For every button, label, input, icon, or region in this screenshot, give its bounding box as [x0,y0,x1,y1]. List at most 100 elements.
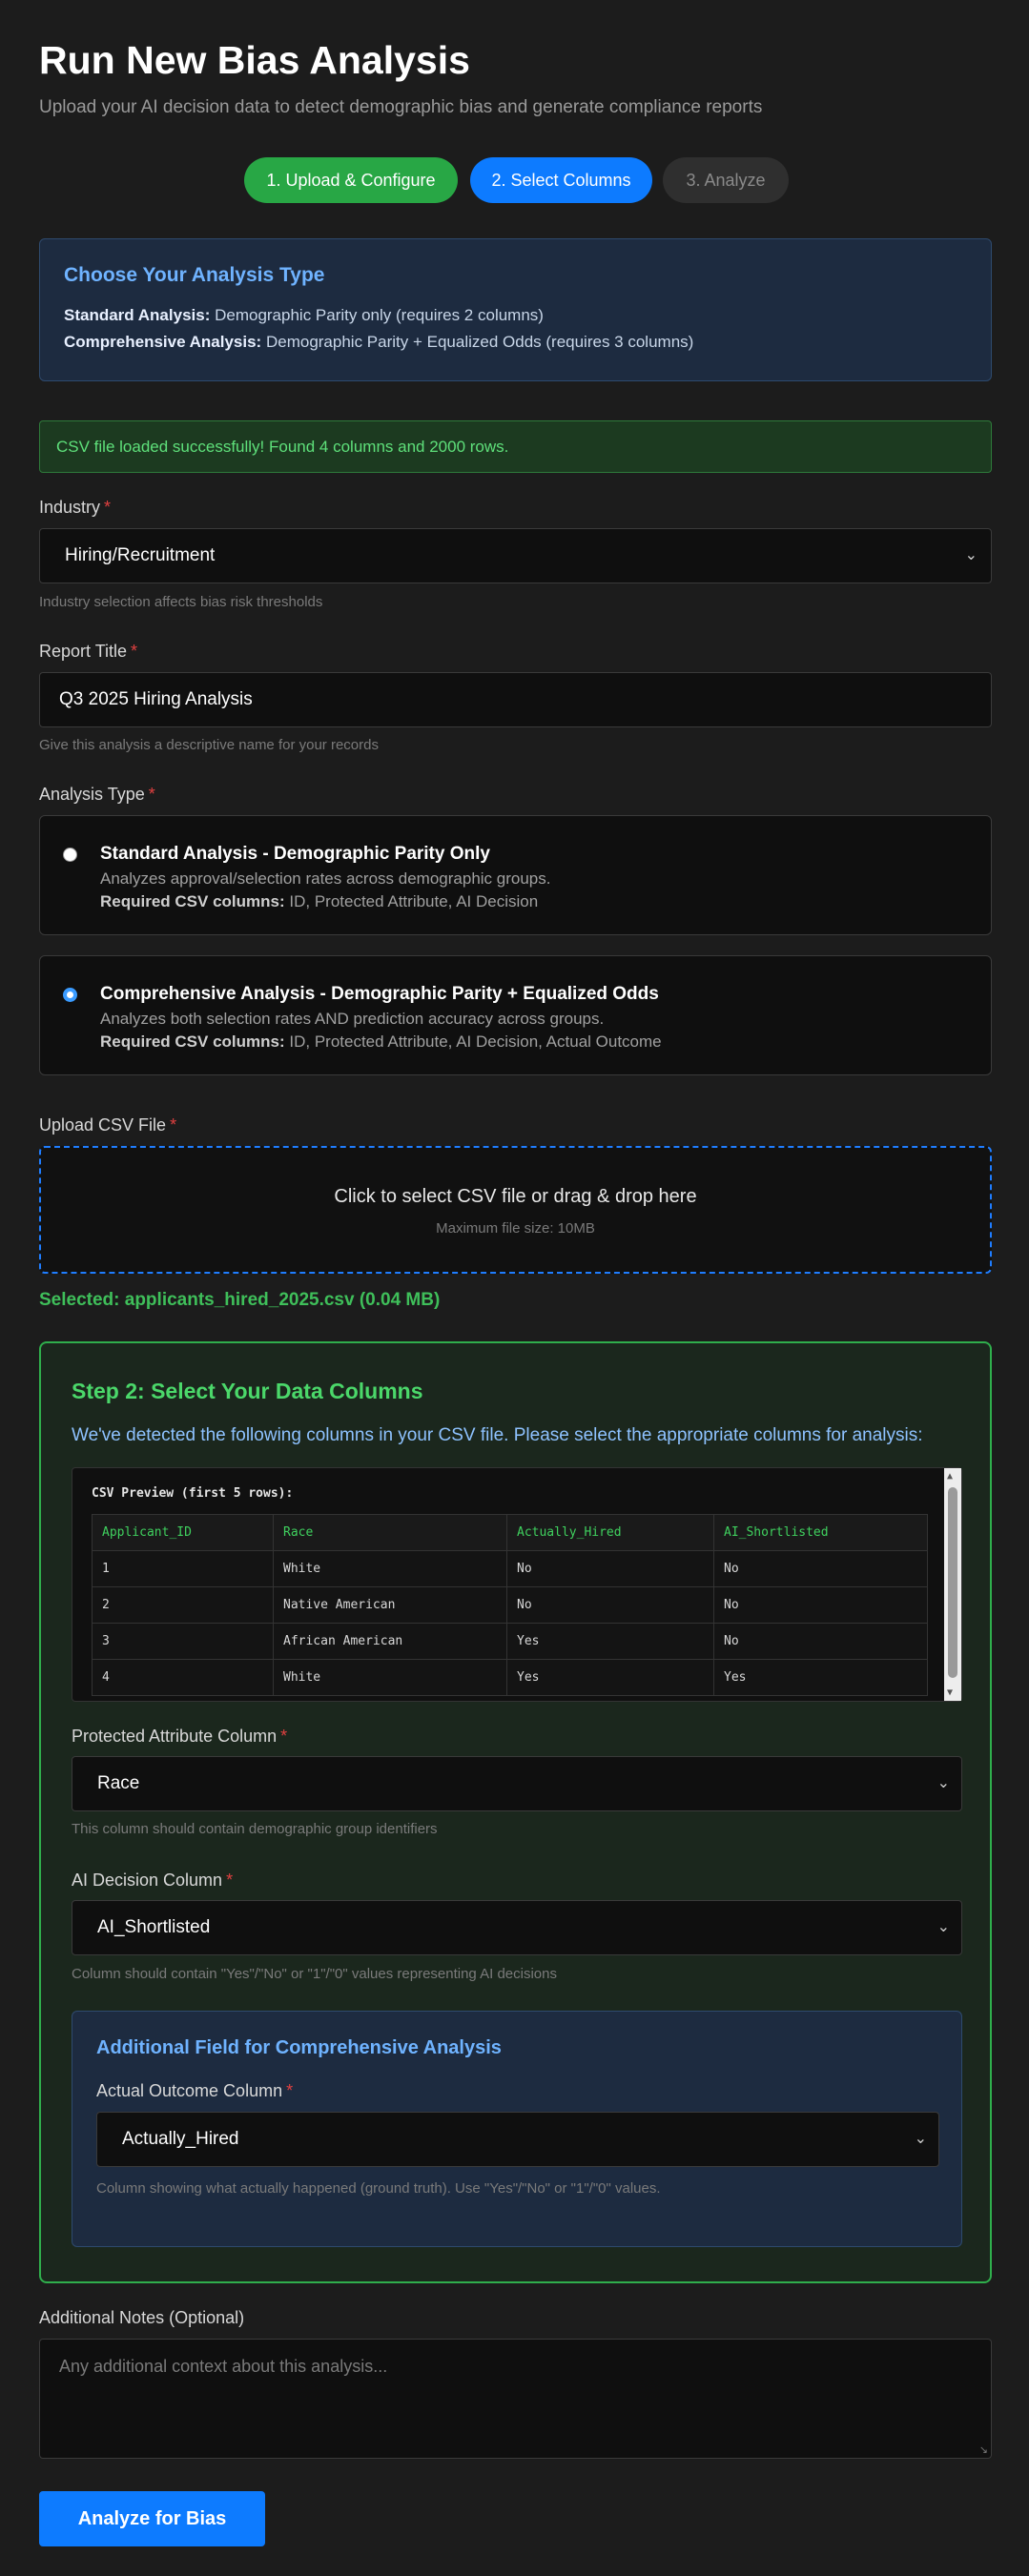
column-header: Race [273,1514,507,1551]
chevron-down-icon: ⌄ [936,1919,950,1935]
protected-attribute-value: Race [97,1773,140,1793]
info-standard-label: Standard Analysis: [64,306,211,324]
radio-standard-desc: Analyzes approval/selection rates across… [100,869,551,888]
scrollbar-thumb[interactable] [948,1487,957,1678]
analyze-for-bias-button[interactable]: Analyze for Bias [39,2491,265,2546]
info-comprehensive-label: Comprehensive Analysis: [64,333,262,351]
radio-standard-title: Standard Analysis - Demographic Parity O… [100,844,490,864]
table-cell: Yes [506,1623,714,1660]
resize-handle-icon[interactable]: ↘ [979,2443,988,2456]
column-header: Applicant_ID [92,1514,274,1551]
required-columns-text: ID, Protected Attribute, AI Decision [289,892,539,910]
radio-comprehensive-title: Comprehensive Analysis - Demographic Par… [100,984,659,1004]
required-marker: * [286,2081,294,2100]
radio-standard-required: Required CSV columns: ID, Protected Attr… [100,892,538,911]
step2-title: Step 2: Select Your Data Columns [72,1379,423,1403]
table-cell: No [713,1586,928,1624]
radio-button-comprehensive[interactable] [63,988,77,1002]
industry-label: Industry * [39,498,111,518]
step-select-columns[interactable]: 2. Select Columns [470,157,652,203]
info-title: Choose Your Analysis Type [64,264,325,286]
selected-file-text: Selected: applicants_hired_2025.csv (0.0… [39,1290,441,1310]
report-title-label: Report Title * [39,642,137,662]
step2-panel: Step 2: Select Your Data Columns We've d… [39,1341,992,2283]
table-cell: 1 [92,1550,274,1587]
industry-label-text: Industry [39,498,101,517]
comprehensive-extra-box: Additional Field for Comprehensive Analy… [72,2011,962,2247]
ai-decision-select[interactable]: AI_Shortlisted ⌄ [72,1900,962,1955]
radio-comprehensive-required: Required CSV columns: ID, Protected Attr… [100,1032,662,1052]
table-row: 4 White Yes Yes [92,1659,928,1696]
table-cell: Yes [713,1659,928,1696]
table-cell: White [273,1550,507,1587]
upload-label-text: Upload CSV File [39,1115,167,1135]
scroll-down-arrow-icon[interactable]: ▼ [947,1687,953,1698]
page-title: Run New Bias Analysis [39,38,470,82]
table-cell: 4 [92,1659,274,1696]
protected-attribute-label: Protected Attribute Column * [72,1727,287,1747]
ai-decision-label-text: AI Decision Column [72,1871,223,1890]
table-header-row: Applicant_ID Race Actually_Hired AI_Shor… [92,1514,928,1551]
dropzone-text: Click to select CSV file or drag & drop … [334,1186,697,1207]
csv-preview-title: CSV Preview (first 5 rows): [92,1486,294,1501]
csv-dropzone[interactable]: Click to select CSV file or drag & drop … [39,1146,992,1274]
radio-option-standard[interactable]: Standard Analysis - Demographic Parity O… [39,815,992,935]
radio-comprehensive-desc: Analyzes both selection rates AND predic… [100,1010,605,1028]
step-upload-configure[interactable]: 1. Upload & Configure [244,157,458,203]
required-columns-label: Required CSV columns: [100,892,285,910]
table-cell: African American [273,1623,507,1660]
table-cell: No [713,1623,928,1660]
table-cell: No [713,1550,928,1587]
preview-scrollbar[interactable]: ▲ ▼ [944,1468,961,1701]
actual-outcome-help: Column showing what actually happened (g… [96,2180,661,2197]
page-subtitle: Upload your AI decision data to detect d… [39,97,763,117]
required-marker: * [226,1871,234,1890]
scroll-up-arrow-icon[interactable]: ▲ [947,1471,953,1482]
step-analyze[interactable]: 3. Analyze [663,157,789,203]
ai-decision-value: AI_Shortlisted [97,1917,211,1937]
step2-intro: We've detected the following columns in … [72,1425,923,1445]
column-header: AI_Shortlisted [713,1514,928,1551]
protected-attribute-select[interactable]: Race ⌄ [72,1756,962,1811]
chevron-down-icon: ⌄ [914,2131,927,2147]
success-alert: CSV file loaded successfully! Found 4 co… [39,420,992,473]
csv-preview-table: Applicant_ID Race Actually_Hired AI_Shor… [92,1514,928,1696]
ai-decision-label: AI Decision Column * [72,1871,233,1891]
chevron-down-icon: ⌄ [936,1775,950,1791]
actual-outcome-label-text: Actual Outcome Column [96,2081,283,2100]
dropzone-max-size: Maximum file size: 10MB [436,1220,595,1237]
notes-textarea[interactable]: Any additional context about this analys… [39,2339,992,2459]
radio-button-standard[interactable] [63,848,77,862]
info-comprehensive-text: Demographic Parity + Equalized Odds (req… [265,333,694,351]
analysis-type-label-text: Analysis Type [39,785,145,804]
industry-select-value: Hiring/Recruitment [65,545,216,565]
report-title-label-text: Report Title [39,642,128,661]
step-progress: 1. Upload & Configure 2. Select Columns … [39,157,992,203]
csv-preview[interactable]: CSV Preview (first 5 rows): Applicant_ID… [72,1467,962,1702]
industry-help: Industry selection affects bias risk thr… [39,594,323,610]
required-marker: * [170,1115,177,1135]
actual-outcome-label: Actual Outcome Column * [96,2081,293,2101]
analysis-type-info: Choose Your Analysis Type Standard Analy… [39,238,992,381]
notes-placeholder: Any additional context about this analys… [59,2357,388,2376]
analysis-type-label: Analysis Type * [39,785,155,805]
radio-option-comprehensive[interactable]: Comprehensive Analysis - Demographic Par… [39,955,992,1075]
report-title-input[interactable]: Q3 2025 Hiring Analysis [39,672,992,727]
extra-box-title: Additional Field for Comprehensive Analy… [96,2037,502,2058]
actual-outcome-value: Actually_Hired [122,2129,239,2149]
table-cell: 2 [92,1586,274,1624]
required-marker: * [280,1727,288,1746]
upload-label: Upload CSV File * [39,1115,176,1135]
column-header: Actually_Hired [506,1514,714,1551]
table-cell: White [273,1659,507,1696]
required-marker: * [104,498,112,517]
required-marker: * [148,785,155,804]
info-standard-text: Demographic Parity only (requires 2 colu… [215,306,544,324]
table-cell: No [506,1586,714,1624]
industry-select[interactable]: Hiring/Recruitment ⌄ [39,528,992,583]
report-title-help: Give this analysis a descriptive name fo… [39,737,379,753]
table-cell: Yes [506,1659,714,1696]
protected-attribute-label-text: Protected Attribute Column [72,1727,278,1746]
table-cell: 3 [92,1623,274,1660]
actual-outcome-select[interactable]: Actually_Hired ⌄ [96,2112,939,2167]
